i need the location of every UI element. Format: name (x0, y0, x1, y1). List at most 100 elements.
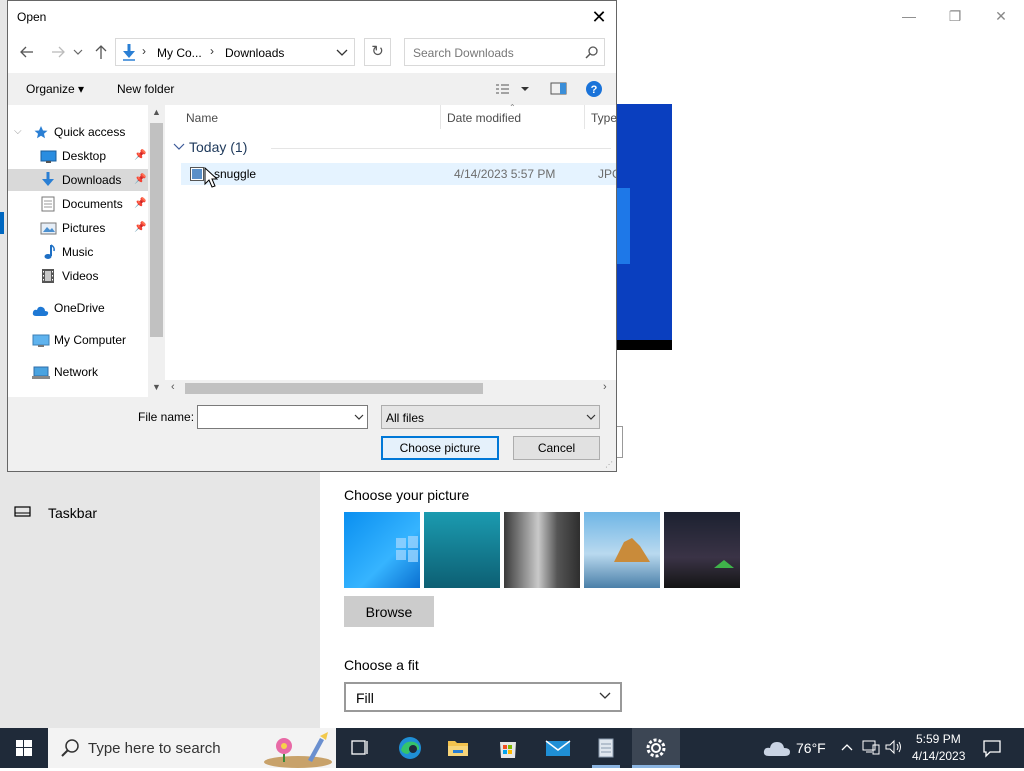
svg-text:?: ? (591, 84, 598, 96)
cancel-button[interactable]: Cancel (513, 436, 600, 460)
column-divider (440, 105, 441, 129)
nav-item-videos[interactable]: Videos (8, 265, 148, 287)
nav-item-pictures[interactable]: Pictures 📌 (8, 217, 148, 239)
picture-thumbnail-3[interactable] (504, 512, 580, 588)
nav-label: Downloads (62, 173, 122, 187)
taskbar-search-input[interactable]: Type here to search (88, 740, 221, 757)
help-icon[interactable]: ? (585, 80, 603, 101)
scrollbar-thumb[interactable] (185, 383, 483, 394)
mail-icon[interactable] (534, 728, 582, 768)
microsoft-store-icon[interactable] (484, 728, 532, 768)
close-window-button[interactable]: ✕ (986, 6, 1016, 26)
weather-cloud-icon[interactable] (762, 738, 792, 761)
edge-browser-icon[interactable] (386, 728, 434, 768)
scroll-down-icon[interactable]: ▼ (152, 382, 161, 392)
preview-pane-icon[interactable] (550, 81, 568, 100)
expand-chevron-icon[interactable]: ⌵ (14, 121, 22, 143)
nav-network[interactable]: Network (8, 361, 148, 383)
column-header-name[interactable]: Name (186, 111, 218, 125)
horizontal-scrollbar[interactable]: ‹ › (165, 380, 616, 397)
new-folder-button[interactable]: New folder (117, 82, 174, 96)
search-icon (585, 45, 599, 62)
breadcrumb-separator-icon: › (210, 44, 214, 58)
column-header-type[interactable]: Type (591, 111, 617, 125)
scroll-left-icon[interactable]: ‹ (171, 381, 175, 393)
group-header-today[interactable]: Today (1) (173, 139, 613, 158)
nav-item-documents[interactable]: Documents 📌 (8, 193, 148, 215)
up-arrow-icon[interactable] (92, 43, 110, 61)
nav-quick-access[interactable]: ⌵ Quick access (8, 121, 148, 143)
file-row[interactable]: snuggle 4/14/2023 5:57 PM JPG F (181, 163, 616, 185)
taskbar-search-box[interactable]: Type here to search (48, 728, 336, 768)
view-options-icon[interactable] (495, 81, 529, 100)
address-bar[interactable]: › My Co... › Downloads (115, 38, 355, 66)
scrollbar-thumb[interactable] (150, 123, 163, 337)
minimize-button[interactable]: — (894, 6, 924, 26)
picture-thumbnail-2[interactable] (424, 512, 500, 588)
nav-item-label: Taskbar (48, 505, 98, 521)
nav-item-music[interactable]: Music (8, 241, 148, 263)
refresh-icon[interactable]: ↻ (364, 38, 391, 66)
music-icon (42, 244, 56, 267)
dialog-close-button[interactable]: ✕ (588, 6, 610, 28)
recent-locations-chevron-icon[interactable] (72, 43, 84, 61)
picture-thumbnail-4[interactable] (584, 512, 660, 588)
nav-item-taskbar[interactable]: Taskbar (14, 503, 214, 523)
organize-button[interactable]: Organize ▾ (26, 82, 84, 96)
volume-icon[interactable] (885, 739, 903, 758)
show-hidden-icons-chevron-icon[interactable] (840, 740, 854, 757)
restore-button[interactable]: ❐ (940, 6, 970, 26)
nav-my-computer[interactable]: My Computer (8, 329, 148, 351)
breadcrumb-downloads[interactable]: Downloads (225, 46, 284, 60)
file-type-value: All files (386, 411, 425, 425)
file-name-dropdown-icon[interactable] (353, 411, 365, 426)
fit-dropdown[interactable]: Fill (344, 682, 622, 712)
search-highlight-image-icon (258, 730, 336, 771)
file-explorer-icon[interactable] (434, 728, 482, 768)
resize-grip-icon[interactable]: ⋰ (605, 460, 613, 469)
desktop-icon (40, 149, 58, 171)
scroll-right-icon[interactable]: › (603, 381, 607, 393)
clock-time[interactable]: 5:59 PM (916, 732, 961, 746)
star-icon (34, 124, 48, 146)
image-file-icon (190, 167, 204, 184)
pin-icon: 📌 (134, 174, 147, 185)
browse-button[interactable]: Browse (344, 596, 434, 627)
nav-label: Videos (62, 269, 99, 283)
pin-icon: 📌 (134, 222, 147, 233)
weather-temperature[interactable]: 76°F (796, 740, 826, 756)
picture-thumbnail-1[interactable] (344, 512, 420, 588)
pin-icon: 📌 (134, 198, 147, 209)
network-status-icon[interactable] (862, 739, 880, 758)
forward-arrow-icon[interactable] (49, 43, 67, 61)
picture-thumbnail-5[interactable] (664, 512, 740, 588)
file-type-dropdown[interactable]: All files (381, 405, 600, 429)
column-header-date[interactable]: Date modified (447, 111, 521, 125)
breadcrumb-my-computer[interactable]: My Co... (157, 46, 202, 60)
pin-icon: 📌 (134, 150, 147, 161)
address-dropdown-chevron-icon[interactable] (336, 45, 348, 62)
group-collapse-chevron-icon[interactable] (173, 140, 185, 157)
task-view-icon[interactable] (336, 728, 384, 768)
cloud-icon (32, 302, 50, 324)
file-name-input[interactable] (197, 405, 368, 429)
chevron-down-icon (599, 692, 611, 699)
nav-onedrive[interactable]: OneDrive (8, 297, 148, 319)
back-arrow-icon[interactable] (18, 43, 36, 61)
open-dialog: Open ✕ › My Co... › Downloads ↻ Search D… (7, 0, 617, 472)
choose-picture-button[interactable]: Choose picture (381, 436, 499, 460)
notepad-app-icon[interactable] (582, 728, 630, 768)
nav-item-downloads[interactable]: Downloads 📌 (8, 169, 148, 191)
settings-app-icon[interactable] (632, 728, 680, 768)
start-button[interactable] (0, 728, 48, 768)
search-input[interactable]: Search Downloads (413, 46, 514, 60)
navigation-pane: ⌵ Quick access Desktop 📌 Downloads 📌 Doc… (8, 105, 165, 397)
nav-pane-scrollbar[interactable]: ▲ ▼ (148, 105, 165, 397)
search-box[interactable]: Search Downloads (404, 38, 605, 66)
mouse-cursor-icon (204, 166, 219, 192)
nav-item-desktop[interactable]: Desktop 📌 (8, 145, 148, 167)
clock-date[interactable]: 4/14/2023 (912, 749, 965, 763)
notifications-icon[interactable] (982, 738, 1002, 761)
pictures-icon (40, 221, 58, 243)
scroll-up-icon[interactable]: ▲ (152, 107, 161, 117)
